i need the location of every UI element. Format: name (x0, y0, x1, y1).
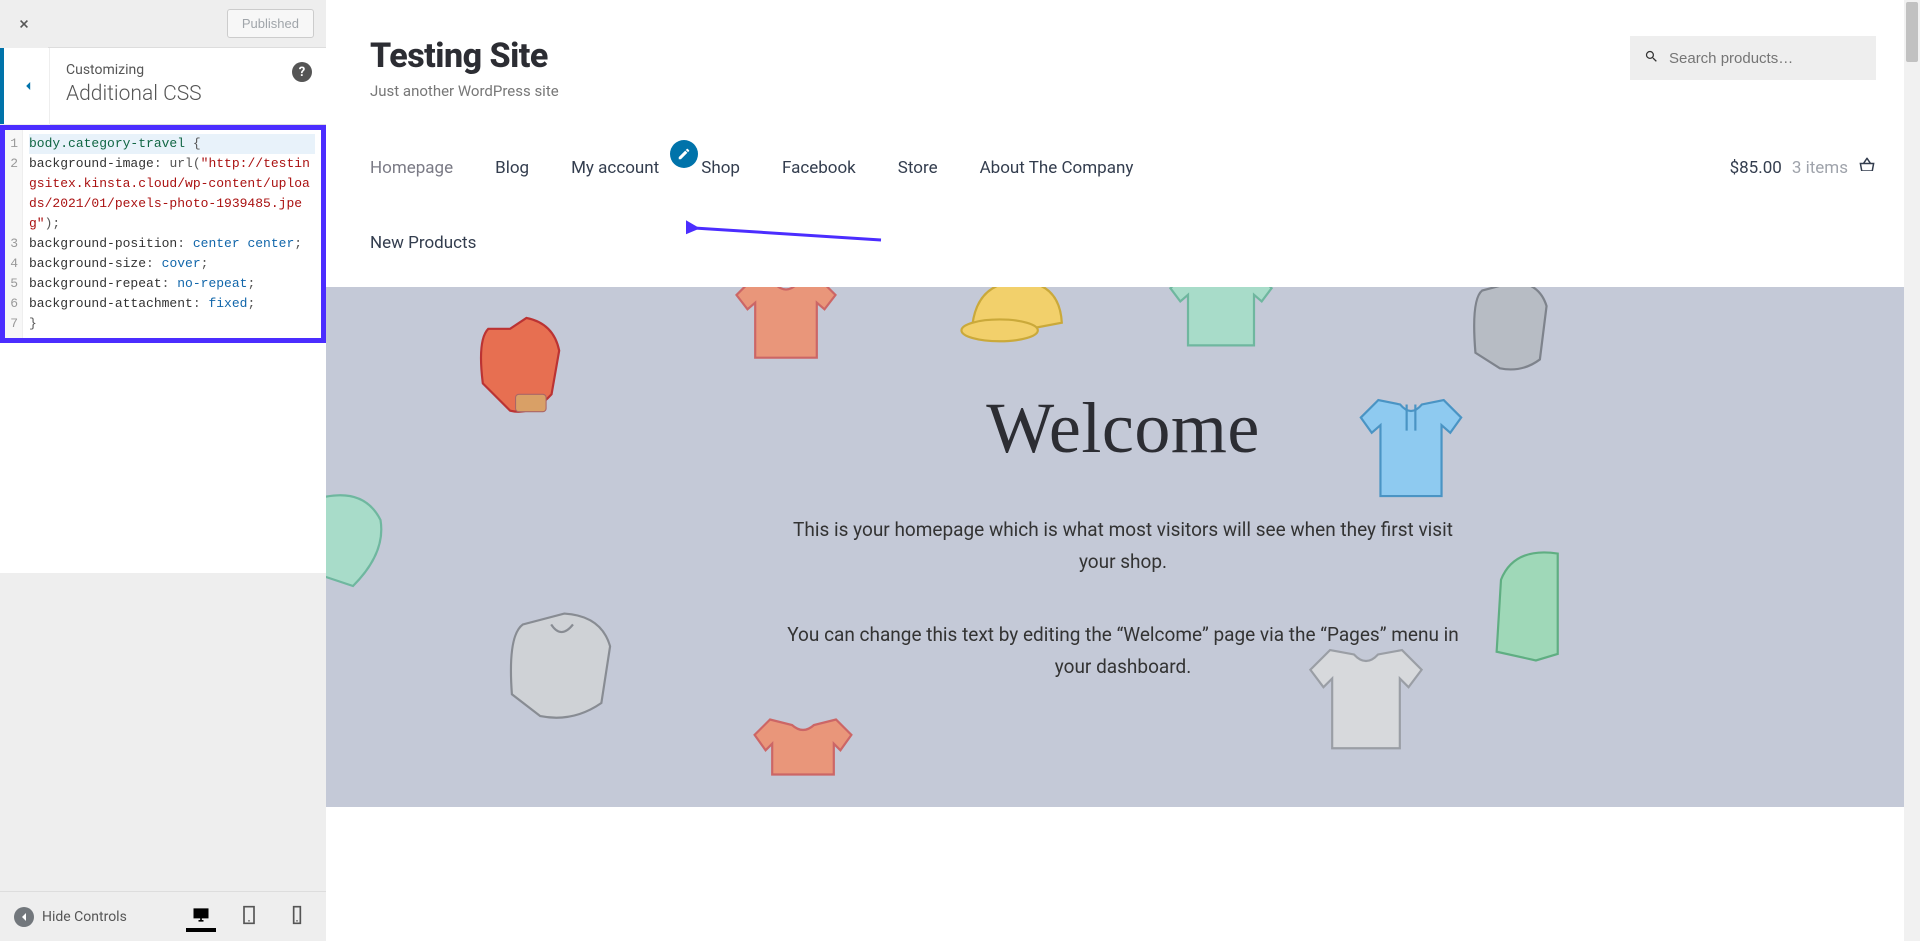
scrollbar-thumb[interactable] (1906, 2, 1918, 62)
hero-title: Welcome (366, 387, 1880, 470)
customizer-sidebar: Published Customizing Additional CSS ? 1… (0, 0, 326, 941)
close-button[interactable] (0, 0, 48, 48)
nav-link-blog[interactable]: Blog (495, 158, 529, 178)
site-tagline: Just another WordPress site (370, 82, 559, 100)
illustration-tshirt-grey-icon (1306, 637, 1426, 757)
site-title[interactable]: Testing Site (370, 36, 559, 76)
illustration-hoodie-green-icon (1490, 547, 1560, 667)
css-code-editor[interactable]: body.category-travel {background-image: … (23, 130, 321, 338)
main-navigation: Homepage Blog My account Shop Facebook Store A… (370, 156, 1876, 179)
illustration-tshirt-bottom-icon (748, 717, 858, 777)
device-desktop-button[interactable] (186, 902, 216, 932)
nav-link-about-the-company[interactable]: About The Company (980, 158, 1134, 178)
nav-link-homepage[interactable]: Homepage (370, 158, 453, 178)
illustration-hoodie-grey2-icon (501, 607, 621, 727)
nav-link-shop[interactable]: Shop (701, 158, 740, 178)
hero-paragraph-1: This is your homepage which is what most… (783, 514, 1463, 579)
site-preview: Testing Site Just another WordPress site… (326, 0, 1920, 941)
search-input[interactable] (1669, 50, 1862, 67)
nav-link-store[interactable]: Store (898, 158, 938, 178)
device-mobile-button[interactable] (282, 902, 312, 932)
cart-link[interactable]: $85.00 3 items (1730, 156, 1876, 179)
device-tablet-button[interactable] (234, 902, 264, 932)
publish-button[interactable]: Published (227, 9, 314, 38)
css-editor-highlight: 1234567 body.category-travel {background… (0, 125, 326, 343)
secondary-nav-item[interactable]: New Products (370, 233, 1876, 253)
editor-empty-area[interactable] (0, 343, 326, 573)
search-icon (1644, 49, 1659, 68)
nav-link-my-account[interactable]: My account (571, 158, 659, 178)
edit-shortcut-button[interactable] (670, 140, 698, 168)
illustration-hoodie-grey-icon (1466, 287, 1556, 375)
customizer-section-heading: Customizing Additional CSS ? (50, 48, 326, 125)
collapse-icon (14, 907, 34, 927)
illustration-tshirt-icon (731, 287, 841, 367)
cart-count: 3 items (1792, 158, 1848, 178)
back-button[interactable] (0, 48, 50, 124)
illustration-tshirt-mint-icon (1166, 287, 1276, 353)
basket-icon (1858, 156, 1876, 179)
hero-section: Welcome This is your homepage which is w… (326, 287, 1920, 807)
nav-link-facebook[interactable]: Facebook (782, 158, 856, 178)
vertical-scrollbar[interactable] (1904, 0, 1920, 941)
customizer-bottombar: Hide Controls (0, 891, 326, 941)
illustration-sleeve-mint-icon (326, 487, 388, 597)
hide-controls-button[interactable]: Hide Controls (14, 907, 127, 927)
illustration-jacket-icon (466, 307, 576, 427)
section-title: Additional CSS (66, 82, 310, 106)
hide-controls-label: Hide Controls (42, 909, 127, 925)
illustration-polo-blue-icon (1356, 387, 1466, 507)
help-icon[interactable]: ? (292, 62, 312, 82)
editor-gutter: 1234567 (5, 130, 23, 338)
cart-price: $85.00 (1730, 158, 1782, 178)
customizing-label: Customizing (66, 62, 310, 78)
illustration-cap-icon (956, 287, 1076, 359)
product-search[interactable] (1630, 36, 1876, 80)
customizer-topbar: Published (0, 0, 326, 48)
